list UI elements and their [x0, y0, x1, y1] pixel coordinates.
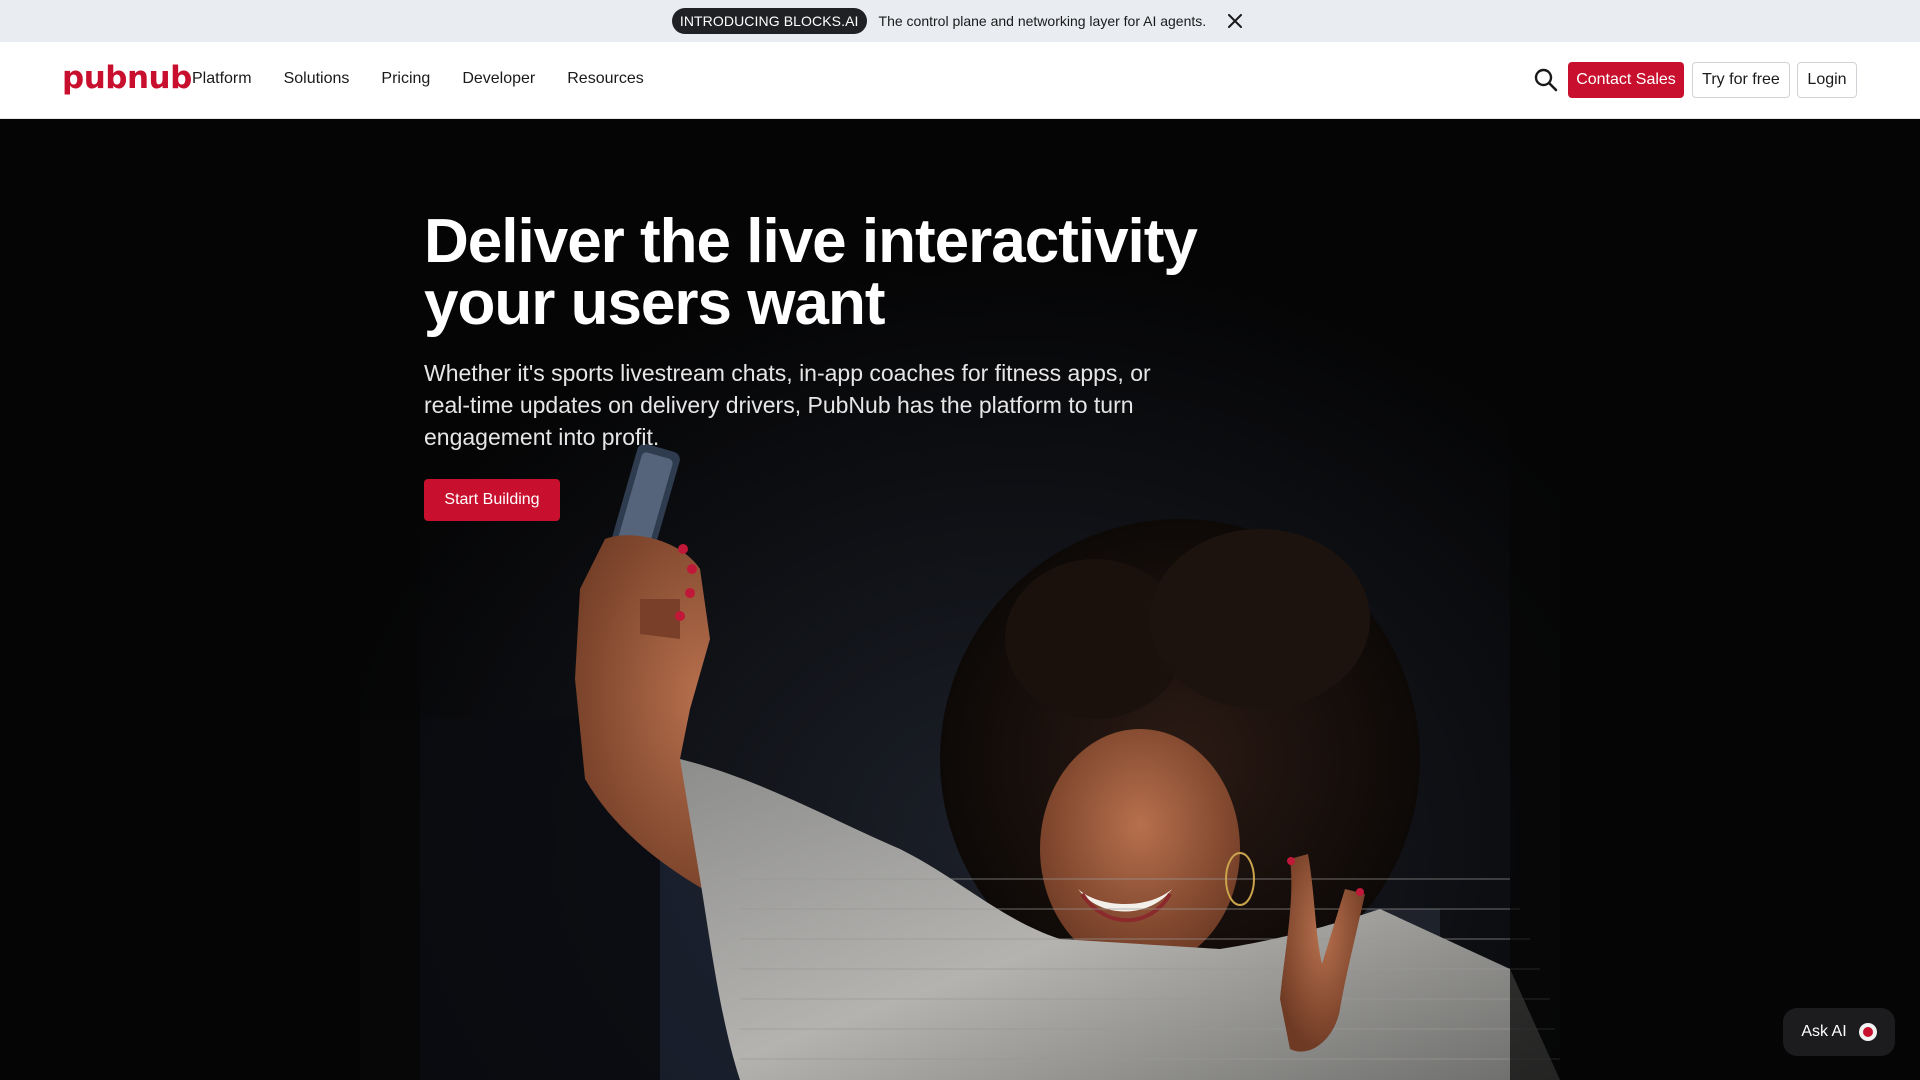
- ask-ai-label: Ask AI: [1801, 1023, 1847, 1040]
- announcement-badge[interactable]: INTRODUCING BLOCKS.AI: [671, 8, 867, 34]
- ask-ai-button[interactable]: Ask AI: [1783, 1008, 1895, 1056]
- login-button[interactable]: Login: [1797, 62, 1857, 98]
- hero-title-line-1: Deliver the live interactivity: [424, 207, 1198, 276]
- site-header: pubnub Platform Solutions Pricing Develo…: [0, 42, 1920, 119]
- try-for-free-button[interactable]: Try for free: [1692, 62, 1790, 98]
- search-icon[interactable]: [1533, 67, 1559, 93]
- nav-resources[interactable]: Resources: [567, 70, 643, 88]
- hero-section: Deliver the live interactivity your user…: [0, 119, 1920, 1080]
- contact-sales-button[interactable]: Contact Sales: [1568, 62, 1684, 98]
- close-icon[interactable]: [1222, 8, 1248, 34]
- announcement-message[interactable]: The control plane and networking layer f…: [879, 13, 1207, 29]
- main-nav: Platform Solutions Pricing Developer Res…: [192, 70, 676, 88]
- nav-solutions[interactable]: Solutions: [284, 70, 350, 88]
- hero-title-line-2: your users want: [424, 269, 885, 338]
- hero-title: Deliver the live interactivity your user…: [424, 211, 1204, 335]
- pubnub-ai-icon: [1858, 1023, 1877, 1041]
- pubnub-logo[interactable]: pubnub: [62, 60, 192, 96]
- nav-developer[interactable]: Developer: [462, 70, 535, 88]
- announcement-bar: INTRODUCING BLOCKS.AI The control plane …: [0, 0, 1920, 42]
- nav-platform[interactable]: Platform: [192, 70, 252, 88]
- hero-subtitle: Whether it's sports livestream chats, in…: [424, 360, 1151, 450]
- nav-pricing[interactable]: Pricing: [381, 70, 430, 88]
- start-building-button[interactable]: Start Building: [424, 479, 560, 521]
